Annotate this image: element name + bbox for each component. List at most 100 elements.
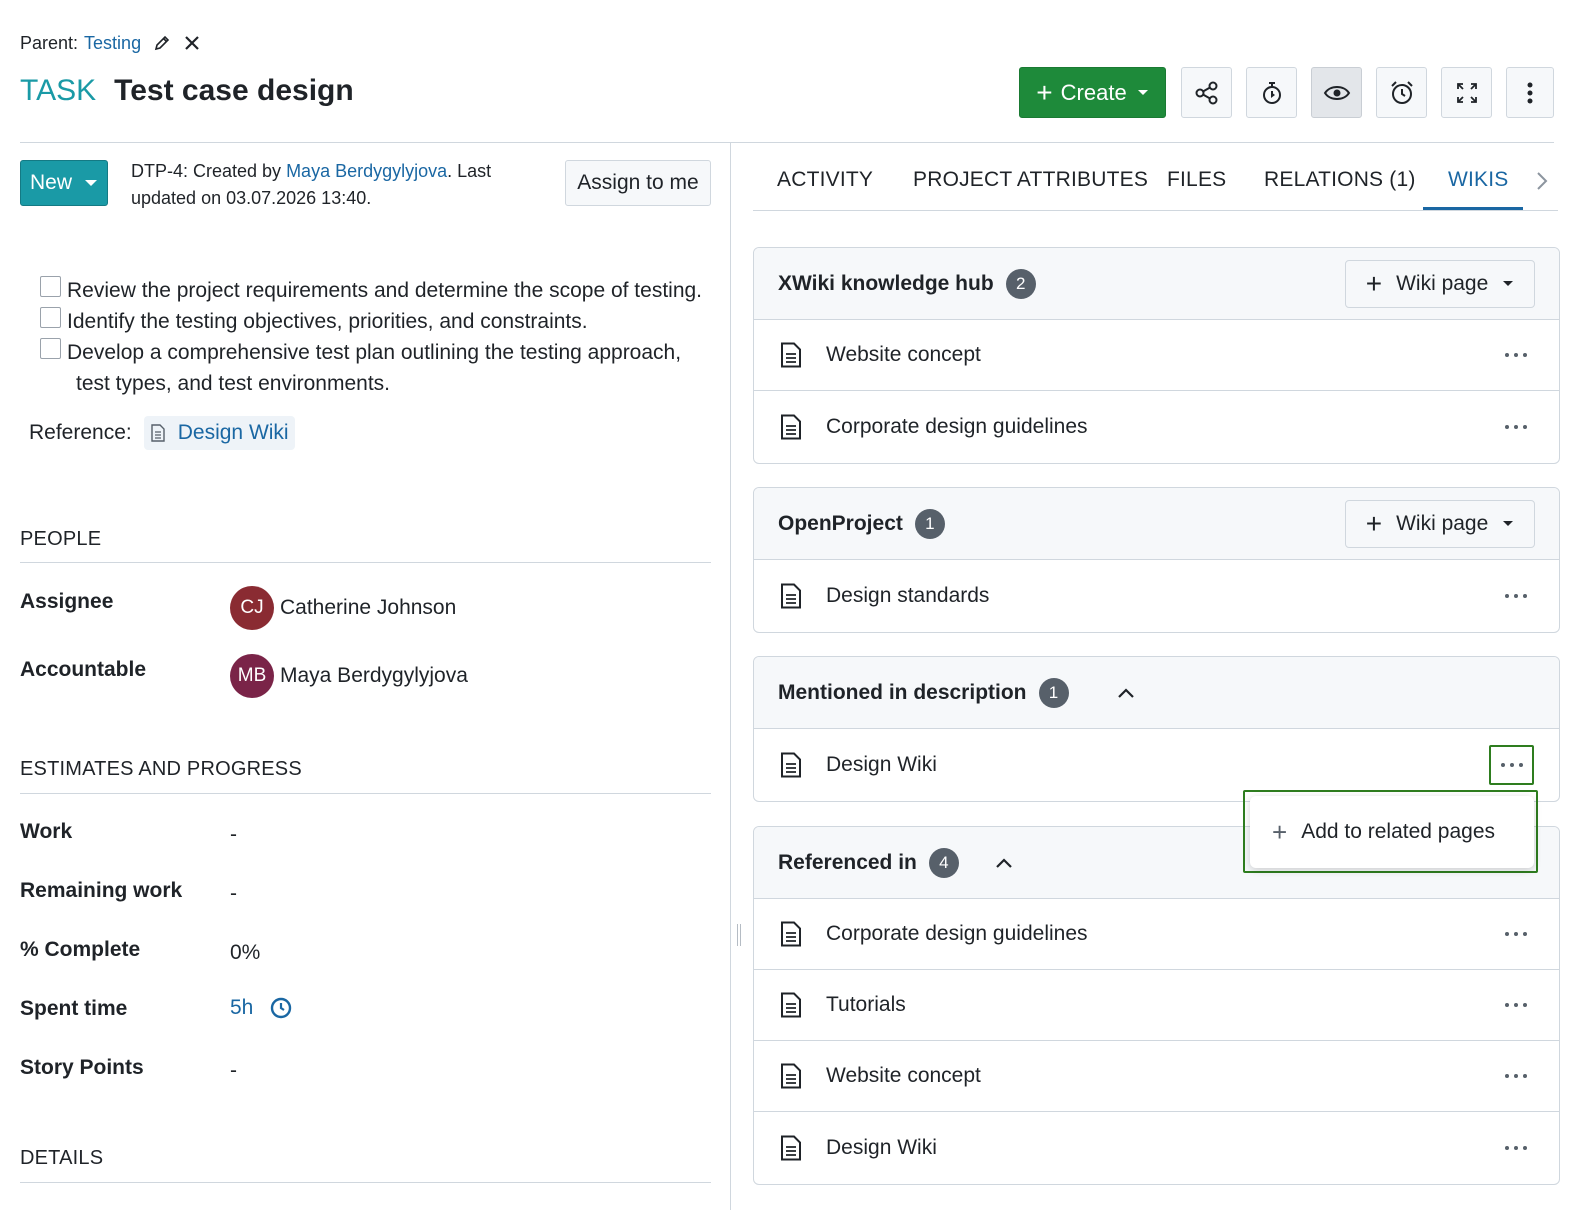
tab-activity[interactable]: ACTIVITY: [777, 168, 873, 192]
eye-icon: [1323, 80, 1351, 106]
percent-complete-value[interactable]: 0%: [230, 941, 260, 965]
wiki-page-label: Wiki page: [1396, 512, 1489, 535]
spent-time-link[interactable]: 5h: [230, 996, 253, 1020]
avatar: MB: [230, 654, 274, 698]
caret-down-icon: [1502, 280, 1514, 288]
parent-label: Parent:: [20, 32, 79, 53]
wiki-page-title[interactable]: Design Wiki: [826, 753, 937, 777]
checklist-item: Review the project requirements and dete…: [40, 275, 702, 306]
more-vertical-icon: [1526, 81, 1534, 105]
more-horizontal-icon[interactable]: [1500, 1074, 1527, 1078]
section-header: Mentioned in description 1: [754, 657, 1559, 729]
work-package-meta: DTP-4: Created by Maya Berdygylyjova. La…: [131, 158, 556, 212]
reminder-button[interactable]: [1376, 67, 1427, 118]
section-title: XWiki knowledge hub: [778, 271, 994, 295]
more-horizontal-icon[interactable]: [1500, 932, 1527, 936]
chevron-up-icon[interactable]: [1117, 687, 1135, 699]
wiki-page-title[interactable]: Website concept: [826, 1064, 981, 1088]
watch-button[interactable]: [1311, 67, 1362, 118]
chevron-up-icon[interactable]: [995, 857, 1013, 869]
pencil-icon[interactable]: [153, 34, 171, 52]
assign-to-me-button[interactable]: Assign to me: [565, 160, 711, 206]
checklist-item: Develop a comprehensive test plan outlin…: [40, 337, 702, 368]
wiki-page-title[interactable]: Website concept: [826, 343, 981, 367]
wiki-page-title[interactable]: Corporate design guidelines: [826, 415, 1088, 439]
reference-label: Reference:: [29, 421, 132, 444]
create-label: Create: [1060, 79, 1127, 105]
tab-files[interactable]: FILES: [1167, 168, 1226, 192]
percent-complete-label: % Complete: [20, 938, 141, 961]
more-horizontal-icon[interactable]: [1500, 353, 1527, 357]
more-actions-highlighted[interactable]: [1489, 745, 1534, 785]
wiki-page-title[interactable]: Design standards: [826, 584, 989, 608]
resize-handle[interactable]: [737, 924, 741, 946]
fullscreen-button[interactable]: [1441, 67, 1492, 118]
remaining-work-label: Remaining work: [20, 879, 183, 902]
caret-down-icon: [84, 179, 98, 187]
section-header: OpenProject 1 + Wiki page: [754, 488, 1559, 560]
document-icon: [780, 1135, 802, 1161]
xwiki-section: XWiki knowledge hub 2 + Wiki page Websit…: [753, 247, 1560, 464]
more-horizontal-icon[interactable]: [1500, 424, 1527, 429]
fullscreen-icon: [1454, 80, 1480, 106]
add-wiki-page-button[interactable]: + Wiki page: [1345, 260, 1535, 308]
header-divider: [20, 142, 1554, 143]
accountable-name: Maya Berdygylyjova: [280, 664, 468, 687]
timer-button[interactable]: [1246, 67, 1297, 118]
remaining-work-value[interactable]: -: [230, 882, 237, 906]
checklist-item-text: Develop a comprehensive test plan outlin…: [67, 341, 682, 364]
reference-wiki-link[interactable]: Design Wiki: [143, 416, 295, 450]
wiki-page-row[interactable]: Design standards: [754, 560, 1559, 631]
close-icon[interactable]: [183, 34, 201, 52]
wiki-page-row[interactable]: Website concept: [754, 1041, 1559, 1112]
assignee-value[interactable]: CJ Catherine Johnson: [230, 586, 456, 630]
status-button[interactable]: New: [20, 160, 108, 206]
checkbox[interactable]: [40, 307, 61, 328]
wiki-page-title[interactable]: Corporate design guidelines: [826, 922, 1088, 946]
pane-divider: [730, 143, 731, 1210]
tab-relations[interactable]: RELATIONS (1): [1264, 168, 1416, 192]
popup-label: Add to related pages: [1301, 820, 1495, 843]
checkbox[interactable]: [40, 338, 61, 359]
wiki-page-row[interactable]: Tutorials: [754, 970, 1559, 1041]
accountable-value[interactable]: MB Maya Berdygylyjova: [230, 654, 468, 698]
wiki-page-row[interactable]: Corporate design guidelines: [754, 391, 1559, 462]
add-wiki-page-button[interactable]: + Wiki page: [1345, 500, 1535, 548]
clock-icon[interactable]: [269, 996, 293, 1020]
work-package-type: TASK: [20, 74, 97, 107]
chevron-right-icon[interactable]: [1535, 170, 1549, 192]
wiki-page-row[interactable]: Website concept: [754, 320, 1559, 391]
more-horizontal-icon[interactable]: [1500, 593, 1527, 598]
work-value[interactable]: -: [230, 823, 237, 847]
plus-icon: +: [1365, 508, 1383, 539]
plus-icon: +: [1036, 76, 1053, 108]
wiki-page-row[interactable]: Design Wiki: [754, 1112, 1559, 1183]
tab-wikis[interactable]: WIKIS: [1448, 168, 1509, 192]
story-points-value[interactable]: -: [230, 1059, 237, 1083]
checklist-item-text: Review the project requirements and dete…: [67, 279, 703, 302]
tab-project-attributes[interactable]: PROJECT ATTRIBUTES: [913, 168, 1148, 192]
work-package-subject[interactable]: Test case design: [114, 74, 354, 108]
more-horizontal-icon[interactable]: [1500, 1003, 1527, 1007]
document-icon: [780, 414, 802, 440]
add-to-related-pages-menu-item[interactable]: + Add to related pages: [1250, 796, 1534, 868]
section-title: Referenced in: [778, 850, 917, 874]
assignee-label: Assignee: [20, 590, 114, 613]
create-button[interactable]: + Create: [1019, 67, 1166, 118]
author-link[interactable]: Maya Berdygylyjova: [286, 161, 447, 181]
count-badge: 2: [1005, 268, 1036, 299]
more-actions-button[interactable]: [1506, 67, 1554, 118]
share-icon: [1194, 80, 1220, 106]
count-badge: 4: [928, 847, 959, 878]
share-button[interactable]: [1181, 67, 1232, 118]
wiki-page-title[interactable]: Tutorials: [826, 993, 906, 1017]
document-icon: [780, 752, 802, 778]
parent-link[interactable]: Testing: [84, 33, 141, 54]
checklist-item-text: Identify the testing objectives, priorit…: [67, 310, 588, 333]
wiki-page-title[interactable]: Design Wiki: [826, 1136, 937, 1160]
more-horizontal-icon[interactable]: [1500, 1145, 1527, 1150]
checkbox[interactable]: [40, 276, 61, 297]
wiki-page-row[interactable]: Corporate design guidelines: [754, 899, 1559, 970]
people-section-title: PEOPLE: [20, 528, 102, 550]
plus-icon: +: [1365, 268, 1383, 299]
